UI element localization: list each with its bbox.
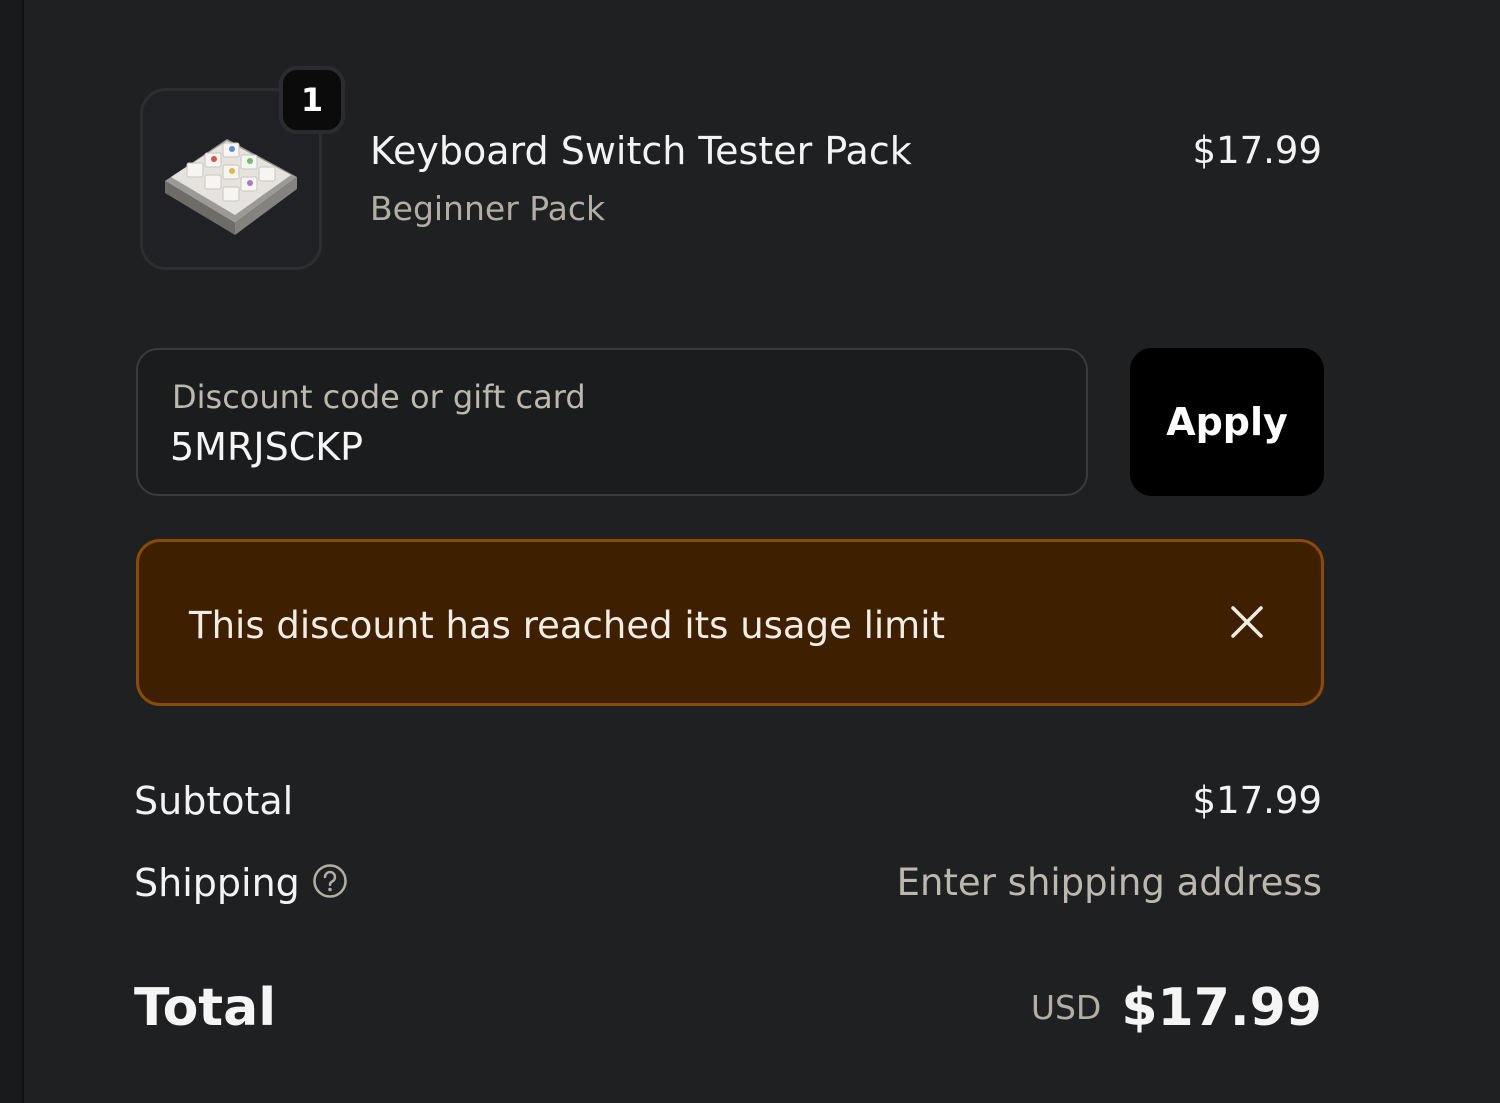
shipping-label: Shipping: [134, 861, 300, 905]
quantity-badge: 1: [279, 66, 345, 134]
keyboard-switch-tester-image: [165, 139, 297, 235]
total-amount-group: USD $17.99: [1031, 976, 1322, 1040]
discount-error-banner: This discount has reached its usage limi…: [136, 539, 1324, 706]
product-name: Keyboard Switch Tester Pack: [370, 129, 912, 173]
subtotal-value: $17.99: [1192, 779, 1322, 822]
discount-field-value[interactable]: 5MRJSCKP: [170, 424, 363, 470]
help-circle-icon[interactable]: [312, 863, 348, 899]
error-message: This discount has reached its usage limi…: [189, 604, 945, 647]
shipping-value: Enter shipping address: [896, 861, 1322, 904]
total-label: Total: [134, 978, 277, 1038]
left-panel-edge: [0, 0, 24, 1103]
discount-code-input[interactable]: Discount code or gift card 5MRJSCKP: [136, 348, 1088, 496]
apply-button[interactable]: Apply: [1130, 348, 1324, 496]
currency-code: USD: [1030, 988, 1102, 1027]
product-variant: Beginner Pack: [370, 189, 606, 228]
subtotal-label: Subtotal: [134, 779, 294, 823]
total-amount: $17.99: [1121, 978, 1322, 1038]
close-icon[interactable]: [1227, 602, 1267, 642]
product-price: $17.99: [1192, 129, 1322, 172]
discount-field-label: Discount code or gift card: [172, 378, 586, 416]
